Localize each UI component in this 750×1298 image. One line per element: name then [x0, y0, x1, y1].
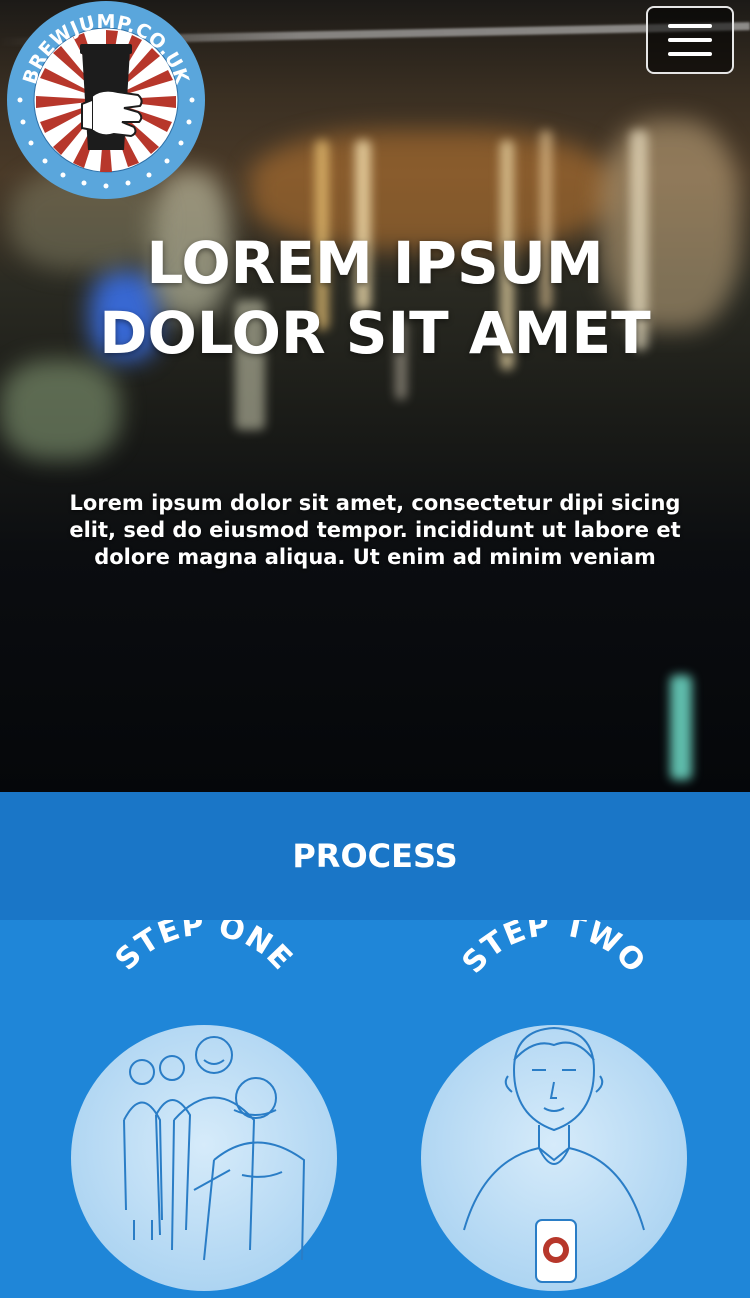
hamburger-menu-icon [668, 52, 712, 56]
cup-icon [535, 1219, 577, 1283]
hero-background-streak [670, 675, 692, 780]
hamburger-menu-icon [668, 24, 712, 28]
step-one-card[interactable]: STEP ONE [54, 920, 354, 1298]
hero-background-glow [0, 360, 120, 460]
hero-title: LOREM IPSUM DOLOR SIT AMET [99, 229, 651, 367]
brewjump-logo[interactable]: BREWJUMP.CO.UK [6, 0, 206, 200]
process-header: PROCESS [0, 792, 750, 920]
step-two-card[interactable]: STEP TWO [404, 920, 704, 1298]
svg-text:STEP TWO: STEP TWO [456, 920, 653, 980]
process-title: PROCESS [292, 837, 458, 875]
hero-subtitle: Lorem ipsum dolor sit amet, consectetur … [69, 491, 681, 569]
hero-section: BREWJUMP.CO.UK LOREM IPSUM DOLOR SIT AME… [0, 0, 750, 792]
svg-text:STEP ONE: STEP ONE [109, 920, 300, 977]
step-one-label: STEP ONE [109, 920, 299, 977]
hamburger-menu-button[interactable] [646, 6, 734, 74]
hamburger-menu-icon [668, 38, 712, 42]
process-steps: STEP ONE STEP TWO [0, 920, 750, 1298]
step-two-label: STEP TWO [456, 920, 652, 980]
